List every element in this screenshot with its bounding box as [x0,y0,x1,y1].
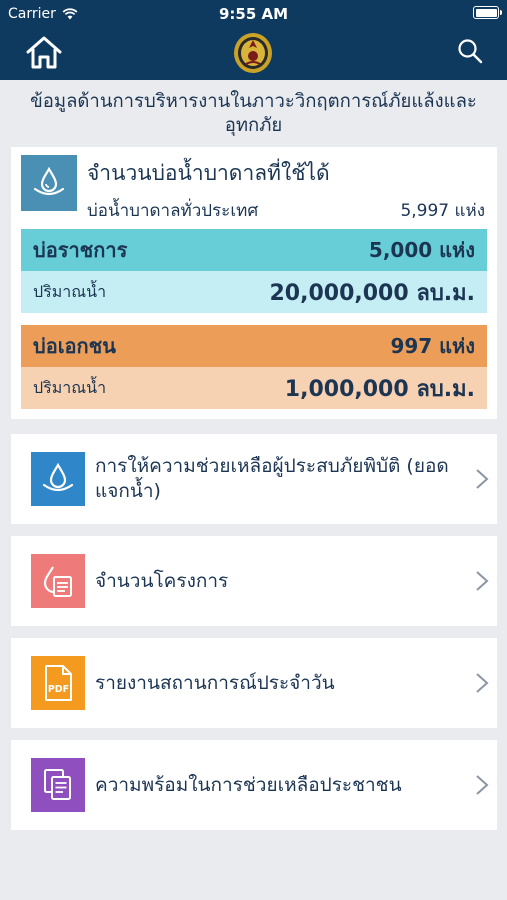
groundwater-wells-card: จำนวนบ่อน้ำบาดาลที่ใช้ได้ บ่อน้ำบาดาลทั่… [11,147,497,419]
status-time: 9:55 AM [218,5,289,23]
government-wells-volume-row: ปริมาณน้ำ 20,000,000 ลบ.ม. [21,271,487,313]
government-wells-label: บ่อราชการ [33,238,128,262]
private-wells-header: บ่อเอกชน 997 แห่ง [21,325,487,367]
search-icon[interactable] [457,38,483,64]
assistance-icon-box [31,758,85,812]
menu-item-label: รายงานสถานการณ์ประจำวัน [95,671,335,694]
government-volume-value: 20,000,000 ลบ.ม. [269,280,476,306]
menu-item-label: ความพร้อมในการช่วยเหลือประชาชน [95,773,402,796]
government-wells-count: 5,000 แห่ง [368,238,475,262]
private-wells-label: บ่อเอกชน [33,334,116,358]
national-wells-label: บ่อน้ำบาดาลทั่วประเทศ [87,201,259,221]
pdf-label: PDF [48,684,69,695]
chevron-right-icon [476,673,489,693]
menu-item-projects[interactable]: จำนวนโครงการ [11,536,497,626]
private-wells-volume-row: ปริมาณน้ำ 1,000,000 ลบ.ม. [21,367,487,409]
chevron-right-icon [476,775,489,795]
government-volume-label: ปริมาณน้ำ [33,281,107,301]
menu-item-daily-report[interactable]: PDF รายงานสถานการณ์ประจำวัน [11,638,497,728]
chevron-right-icon [476,469,489,489]
government-wells-header: บ่อราชการ 5,000 แห่ง [21,229,487,271]
national-wells-value: 5,997 แห่ง [400,201,485,221]
page-title: ข้อมูลด้านการบริหารงานในภาวะวิกฤตการณ์ภั… [30,91,477,136]
menu-item-label: การให้ความช่วยเหลือผู้ประสบภัยพิบัติ (ยอ… [95,455,449,502]
private-volume-label: ปริมาณน้ำ [33,377,107,397]
copy-documents-icon [44,769,71,800]
relief-icon-box [31,452,85,506]
emblem-logo-icon [234,33,272,73]
well-icon-box [21,155,77,211]
chevron-right-icon [476,571,489,591]
water-drop-icon [33,166,65,196]
pdf-file-icon: PDF [45,665,72,701]
status-bar: Carrier 9:55 AM [0,0,507,28]
private-volume-value: 1,000,000 ลบ.ม. [284,376,475,402]
menu-item-label: จำนวนโครงการ [95,569,229,592]
projects-icon-box [31,554,85,608]
wells-title: จำนวนบ่อน้ำบาดาลที่ใช้ได้ [87,161,330,185]
project-document-icon [43,566,72,597]
menu-item-public-assistance[interactable]: ความพร้อมในการช่วยเหลือประชาชน [11,740,497,830]
menu-item-disaster-relief[interactable]: การให้ความช่วยเหลือผู้ประสบภัยพิบัติ (ยอ… [11,434,497,524]
report-icon-box: PDF [31,656,85,710]
navigation-bar: Carrier 9:55 AM [0,0,507,80]
water-drop-icon [42,462,74,492]
battery-icon [473,6,502,19]
home-icon[interactable] [24,34,64,70]
private-wells-count: 997 แห่ง [390,334,475,358]
